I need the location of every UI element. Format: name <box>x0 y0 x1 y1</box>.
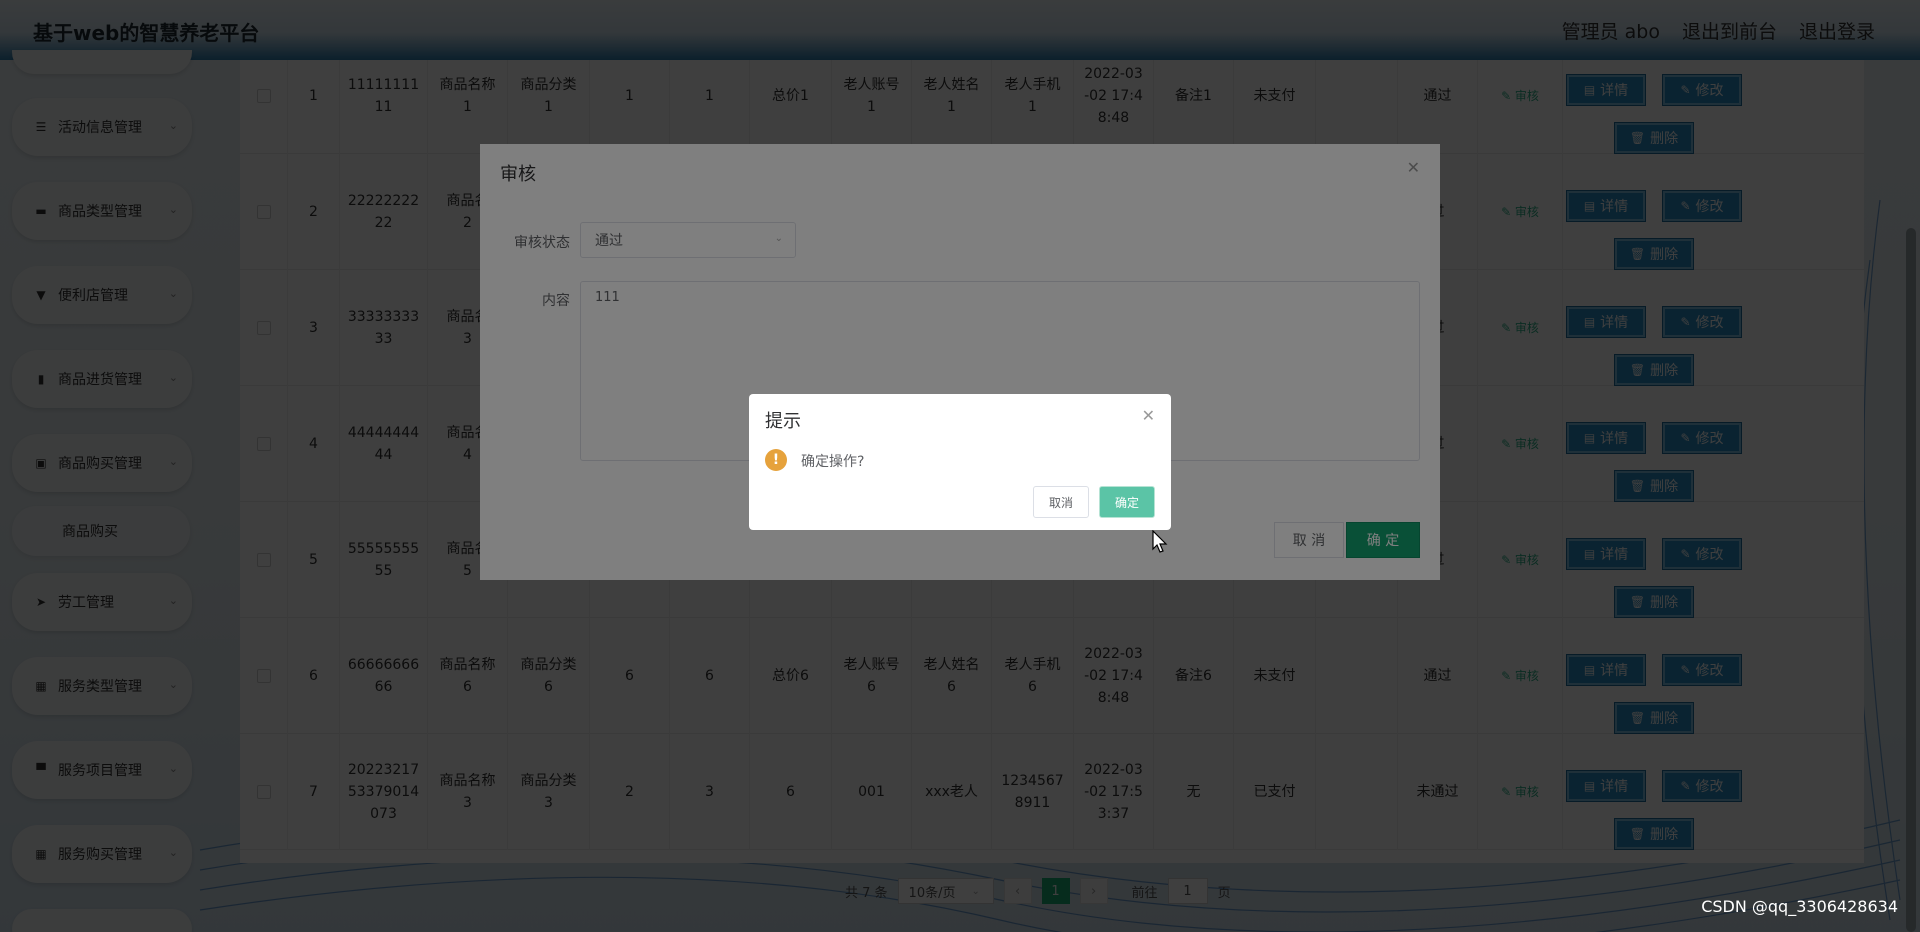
confirm-messagebox: 提示 ✕ ! 确定操作? 取消 确定 <box>749 394 1171 530</box>
messagebox-message: 确定操作? <box>801 454 865 470</box>
messagebox-title: 提示 <box>765 411 801 432</box>
messagebox-confirm-button[interactable]: 确定 <box>1099 486 1155 518</box>
messagebox-cancel-button[interactable]: 取消 <box>1033 486 1089 518</box>
close-icon[interactable]: ✕ <box>1142 406 1155 425</box>
watermark: CSDN @qq_3306428634 <box>1701 897 1898 916</box>
mouse-cursor-icon <box>1152 530 1168 553</box>
warning-icon: ! <box>765 449 787 471</box>
